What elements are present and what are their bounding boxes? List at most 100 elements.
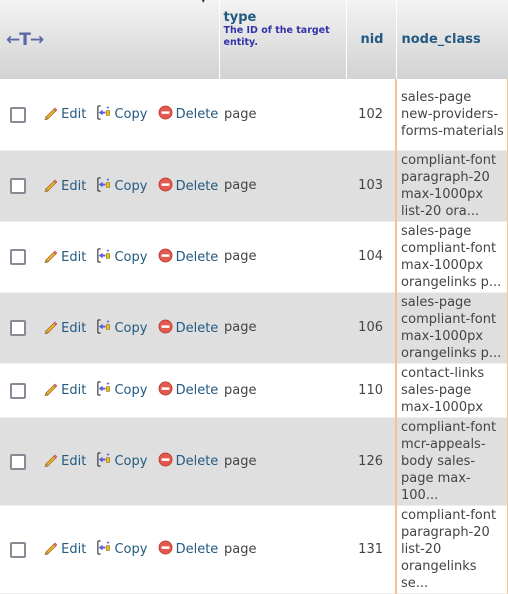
results-table: ←T→ ▾ type The ID of the target entity. … xyxy=(0,0,508,594)
table-row: Edit Copy Delete page 102 sales-page new… xyxy=(0,79,508,150)
table-row: Edit Copy Delete page 103 compliant-font… xyxy=(0,150,508,221)
delete-label[interactable]: Delete xyxy=(176,250,219,265)
copy-label[interactable]: Copy xyxy=(114,454,147,469)
copy-label[interactable]: Copy xyxy=(114,542,147,557)
cell-type: page xyxy=(219,150,346,221)
cell-nid: 131 xyxy=(346,505,396,593)
cell-node-class: compliant-font paragraph-20 list-20 oran… xyxy=(395,505,508,593)
sort-caret-icon[interactable]: ▾ xyxy=(201,0,206,6)
edit-label[interactable]: Edit xyxy=(61,250,86,265)
edit-link[interactable]: Edit xyxy=(43,179,90,194)
cell-type: page xyxy=(219,292,346,363)
delete-link[interactable]: Delete xyxy=(158,105,219,122)
row-checkbox[interactable] xyxy=(10,320,26,336)
row-checkbox[interactable] xyxy=(10,106,26,123)
row-actions: Edit Copy Delete xyxy=(0,363,219,417)
edit-link[interactable]: Edit xyxy=(43,454,90,469)
cell-nid: 110 xyxy=(346,363,396,417)
edit-link[interactable]: Edit xyxy=(43,542,90,557)
edit-link[interactable]: Edit xyxy=(43,383,90,398)
copy-link[interactable]: Copy xyxy=(96,176,151,194)
copy-label[interactable]: Copy xyxy=(114,250,147,265)
column-header-type[interactable]: type The ID of the target entity. xyxy=(219,0,347,79)
pencil-icon xyxy=(44,107,58,121)
copy-label[interactable]: Copy xyxy=(114,107,147,122)
column-resize-header[interactable]: ←T→ ▾ xyxy=(0,0,220,79)
row-checkbox[interactable] xyxy=(10,249,26,265)
edit-label[interactable]: Edit xyxy=(61,107,86,122)
copy-row-icon xyxy=(97,381,111,396)
header-row: ←T→ ▾ type The ID of the target entity. … xyxy=(0,0,508,79)
column-header-node-class[interactable]: node_class xyxy=(396,0,508,79)
table-row: Edit Copy Delete page 110 contact-links … xyxy=(0,363,508,417)
table-row: Edit Copy Delete page 126 compliant-font… xyxy=(0,417,508,505)
edit-label[interactable]: Edit xyxy=(61,383,86,398)
edit-link[interactable]: Edit xyxy=(43,107,90,122)
copy-link[interactable]: Copy xyxy=(96,105,151,122)
copy-label[interactable]: Copy xyxy=(114,383,147,398)
delete-circle-icon xyxy=(158,540,173,555)
pencil-icon xyxy=(44,321,58,334)
edit-link[interactable]: Edit xyxy=(43,250,90,265)
copy-link[interactable]: Copy xyxy=(96,540,151,557)
table-row: Edit Copy Delete page 104 sales-page com… xyxy=(0,221,508,292)
cell-type: page xyxy=(219,505,346,593)
cell-node-class: compliant-font mcr-appeals-body sales-pa… xyxy=(395,417,508,505)
column-label-type[interactable]: type xyxy=(224,10,342,25)
cell-type: page xyxy=(219,417,346,505)
cell-nid: 103 xyxy=(346,150,396,221)
row-checkbox[interactable] xyxy=(10,541,26,558)
copy-link[interactable]: Copy xyxy=(96,381,151,398)
copy-label[interactable]: Copy xyxy=(114,321,147,336)
pencil-icon xyxy=(44,542,58,555)
delete-link[interactable]: Delete xyxy=(158,319,219,336)
resize-arrows-icon[interactable]: ←T→ xyxy=(0,30,44,50)
cell-nid: 104 xyxy=(346,221,396,292)
copy-row-icon xyxy=(97,105,111,120)
delete-label[interactable]: Delete xyxy=(176,179,219,194)
delete-link[interactable]: Delete xyxy=(158,248,219,265)
row-checkbox[interactable] xyxy=(10,178,26,194)
cell-type: page xyxy=(219,221,346,292)
delete-circle-icon xyxy=(158,105,173,120)
delete-circle-icon xyxy=(158,452,173,467)
row-actions: Edit Copy Delete xyxy=(0,221,219,292)
edit-label[interactable]: Edit xyxy=(61,454,86,469)
delete-label[interactable]: Delete xyxy=(176,107,219,122)
delete-link[interactable]: Delete xyxy=(158,381,219,398)
delete-label[interactable]: Delete xyxy=(176,383,219,398)
row-actions: Edit Copy Delete xyxy=(0,505,219,593)
copy-row-icon xyxy=(97,176,111,192)
table-row: Edit Copy Delete page 106 sales-page com… xyxy=(0,292,508,363)
cell-node-class: sales-page new-providers-forms-materials xyxy=(395,79,508,150)
row-checkbox[interactable] xyxy=(10,453,26,470)
copy-label[interactable]: Copy xyxy=(114,179,147,194)
copy-row-icon xyxy=(97,318,111,334)
delete-circle-icon xyxy=(158,319,173,333)
row-actions: Edit Copy Delete xyxy=(0,150,219,221)
copy-link[interactable]: Copy xyxy=(96,247,151,265)
delete-label[interactable]: Delete xyxy=(176,542,219,557)
cell-nid: 102 xyxy=(346,79,396,150)
delete-link[interactable]: Delete xyxy=(158,452,219,469)
pencil-icon xyxy=(44,454,58,467)
edit-label[interactable]: Edit xyxy=(61,542,86,557)
column-label-node-class[interactable]: node_class xyxy=(402,32,481,47)
delete-label[interactable]: Delete xyxy=(176,321,219,336)
row-actions: Edit Copy Delete xyxy=(0,417,219,505)
cell-node-class: contact-links sales-page max-1000px xyxy=(395,363,508,417)
delete-link[interactable]: Delete xyxy=(158,540,219,557)
delete-link[interactable]: Delete xyxy=(158,177,219,194)
delete-label[interactable]: Delete xyxy=(176,454,219,469)
copy-row-icon xyxy=(97,452,111,467)
cell-type: page xyxy=(219,363,346,417)
edit-link[interactable]: Edit xyxy=(43,321,90,336)
cell-node-class: sales-page compliant-font max-1000px ora… xyxy=(395,292,508,363)
copy-link[interactable]: Copy xyxy=(96,318,151,336)
column-label-nid[interactable]: nid xyxy=(360,32,383,47)
edit-label[interactable]: Edit xyxy=(61,179,86,194)
row-checkbox[interactable] xyxy=(10,382,26,399)
edit-label[interactable]: Edit xyxy=(61,321,86,336)
copy-link[interactable]: Copy xyxy=(96,452,151,469)
column-header-nid[interactable]: nid xyxy=(346,0,397,79)
